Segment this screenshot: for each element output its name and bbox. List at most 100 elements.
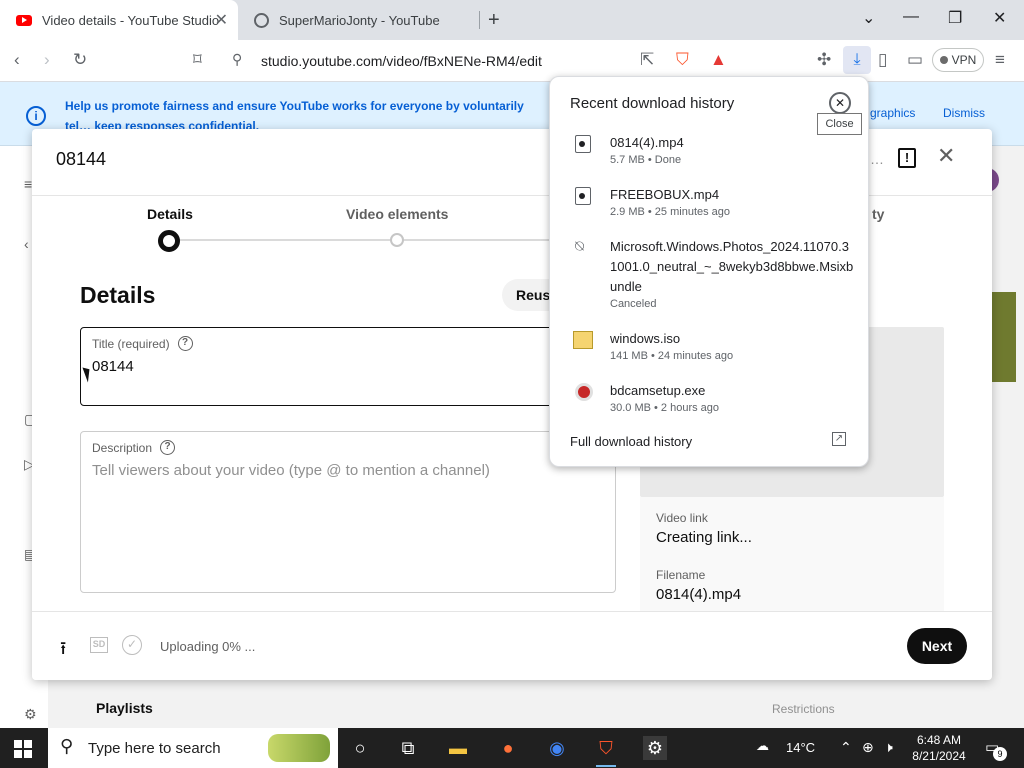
taskbar-clock[interactable]: 6:48 AM 8/21/2024 [908, 732, 970, 764]
chrome-icon[interactable]: ◉ [545, 736, 569, 760]
stepper-dot-active [158, 230, 180, 252]
download-item[interactable]: bdcamsetup.exe 30.0 MB • 2 hours ago [570, 381, 860, 417]
download-meta: 2.9 MB • 25 minutes ago [610, 206, 731, 218]
video-file-icon [575, 135, 591, 153]
download-meta: 5.7 MB • Done [610, 154, 682, 166]
windows-taskbar: ⚲ Type here to search ○ ⧉ ▬ ● ◉ ⛉ ⚙ ☁ 14… [0, 728, 1024, 768]
description-input[interactable]: Tell viewers about your video (type @ to… [92, 462, 490, 479]
installer-icon [575, 383, 593, 401]
next-button[interactable]: Next [907, 628, 967, 664]
wallet-icon[interactable]: ▭ [907, 50, 923, 70]
step-details[interactable]: Details [147, 206, 193, 222]
more-options-icon[interactable]: … [870, 151, 884, 167]
youtube-channel-favicon-icon [254, 12, 269, 28]
brave-shield-icon[interactable]: ⛉ [676, 50, 689, 70]
nav-icon-settings[interactable]: ⚙ [24, 706, 37, 723]
help-icon[interactable]: ? [160, 440, 176, 455]
cortana-icon[interactable]: ○ [348, 736, 372, 760]
open-in-new-icon[interactable]: ↗ [832, 432, 846, 446]
taskbar-search-box[interactable]: ⚲ Type here to search [48, 728, 338, 768]
minimize-button[interactable]: — [903, 8, 919, 26]
vpn-button[interactable]: VPN [932, 48, 984, 72]
downloads-button[interactable]: ⤓ [843, 46, 871, 74]
back-icon[interactable]: ‹ [24, 236, 29, 252]
close-icon[interactable]: ✕ [829, 92, 851, 114]
playlists-heading: Playlists [96, 700, 153, 716]
download-item[interactable]: windows.iso 141 MB • 24 minutes ago [570, 329, 860, 365]
description-field[interactable]: Description ? Tell viewers about your vi… [80, 431, 616, 593]
menu-icon[interactable]: ≡ [995, 50, 1005, 70]
firefox-icon[interactable]: ● [496, 736, 520, 760]
vpn-label: VPN [951, 53, 977, 67]
checks-icon: ✓ [122, 635, 142, 655]
video-link-value: Creating link... [656, 529, 752, 546]
download-item[interactable]: 0814(4).mp4 5.7 MB • Done [570, 133, 860, 169]
tab-supermariojonty[interactable]: SuperMarioJonty - YouTube [244, 0, 480, 40]
title-field[interactable]: Title (required) ? 08144 [80, 327, 620, 406]
back-arrow-icon[interactable]: ‹ [14, 50, 20, 70]
restrictions-label: Restrictions [772, 702, 835, 716]
title-input[interactable]: 08144 [92, 358, 134, 375]
brave-icon[interactable]: ⛉ [594, 736, 618, 767]
tab-search-chevron-icon[interactable]: ⌄ [862, 8, 875, 28]
help-icon[interactable]: ? [177, 336, 193, 351]
download-filename: 0814(4).mp4 [610, 135, 684, 150]
dialog-title: 08144 [56, 149, 107, 169]
cancelled-download-icon: ⍉ [575, 238, 585, 255]
task-view-icon[interactable]: ⧉ [396, 736, 420, 760]
forward-arrow-icon[interactable]: › [44, 50, 50, 70]
clock-date: 8/21/2024 [912, 749, 966, 763]
tab-close-icon[interactable]: ✕ [215, 10, 228, 30]
menu-icon[interactable]: ≡ [24, 176, 32, 192]
description-field-label: Description [92, 440, 153, 455]
maximize-button[interactable]: ❐ [948, 8, 962, 28]
url-text: studio.youtube.com/video/fBxNENe-RM4/edi… [261, 53, 542, 69]
dialog-close-icon[interactable]: ✕ [937, 143, 955, 169]
video-thumbnail-peek [992, 292, 1016, 382]
tab-youtube-studio[interactable]: Video details - YouTube Studio ✕ [0, 0, 238, 40]
stepper-dot [390, 233, 404, 247]
title-field-label: Title (required) [92, 336, 170, 351]
banner-infographics-link[interactable]: graphics [870, 106, 915, 120]
download-filename: bdcamsetup.exe [610, 383, 706, 398]
feedback-icon[interactable]: ! [898, 148, 916, 168]
download-filename: FREEBOBUX.mp4 [610, 187, 720, 202]
step-video-elements[interactable]: Video elements [346, 206, 448, 222]
settings-icon[interactable]: ⚙ [643, 736, 667, 760]
tab-title: Video details - YouTube Studio [42, 12, 220, 28]
address-bar[interactable]: ⚲ studio.youtube.com/video/fBxNENe-RM4/e… [222, 46, 752, 76]
file-explorer-icon[interactable]: ▬ [446, 736, 470, 760]
filename-value: 0814(4).mp4 [656, 586, 742, 603]
bookmark-icon[interactable]: ⌑ [193, 50, 202, 70]
brave-rewards-icon[interactable]: ▲ [710, 50, 727, 70]
windows-start-icon[interactable] [14, 740, 32, 758]
download-item[interactable]: ⍉ Microsoft.Windows.Photos_2024.11070.31… [570, 237, 860, 313]
full-download-history-link[interactable]: Full download history [570, 434, 692, 449]
video-file-icon [575, 187, 591, 205]
browser-tab-strip: Video details - YouTube Studio ✕ SuperMa… [0, 0, 1024, 40]
search-icon: ⚲ [60, 736, 74, 756]
sd-quality-icon: SD [90, 637, 108, 653]
reload-icon[interactable]: ↻ [73, 50, 87, 70]
disc-image-icon [573, 331, 593, 349]
download-item[interactable]: FREEBOBUX.mp4 2.9 MB • 25 minutes ago [570, 185, 860, 221]
step-visibility[interactable]: ty [872, 206, 884, 222]
info-icon: i [26, 106, 46, 126]
temperature[interactable]: 14°C [786, 740, 815, 755]
network-icon[interactable]: ⊕ [862, 739, 874, 756]
search-highlight-image [268, 734, 330, 762]
details-heading: Details [80, 282, 156, 308]
show-hidden-icons-chevron-icon[interactable]: ⌃ [840, 739, 852, 756]
extensions-icon[interactable]: ✣ [817, 50, 831, 70]
volume-muted-icon[interactable]: 🕨 [884, 739, 893, 756]
close-tooltip: Close [817, 113, 862, 135]
banner-dismiss-button[interactable]: Dismiss [943, 106, 985, 120]
close-window-button[interactable]: ✕ [993, 8, 1006, 28]
upload-icon: ⭱ [60, 638, 67, 658]
site-settings-icon[interactable]: ⚲ [232, 51, 242, 68]
share-icon[interactable]: ⇱ [640, 50, 654, 70]
new-tab-button[interactable]: + [488, 9, 500, 32]
weather-icon[interactable]: ☁ [756, 738, 769, 754]
clock-time: 6:48 AM [916, 733, 962, 747]
sidebar-toggle-icon[interactable]: ▯ [878, 50, 887, 70]
